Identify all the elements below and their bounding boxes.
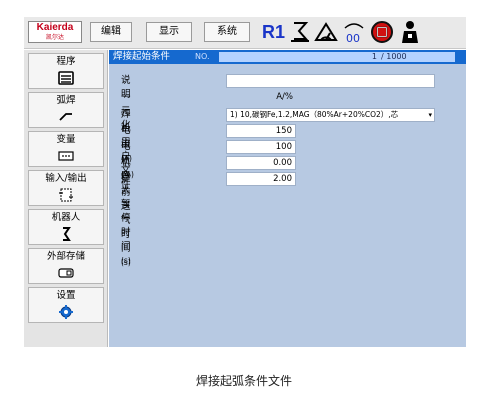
condition-number-total: / 1000 [381, 52, 407, 61]
speed-icon[interactable] [314, 20, 338, 44]
sidebar-item-label: 程序 [56, 56, 76, 67]
sidebar-item-program[interactable]: 程序 [28, 53, 104, 89]
edit-menu-button[interactable]: 编辑 [90, 22, 132, 42]
sidebar-item-label: 外部存储 [46, 251, 85, 262]
gear-icon [59, 305, 73, 319]
svg-text:00: 00 [346, 32, 360, 44]
robot-id-label: R1 [262, 22, 286, 42]
sidebar-item-arc-weld[interactable]: 弧焊 [28, 92, 104, 128]
robot-icon [63, 227, 71, 241]
logo-brand: Kaierda [36, 22, 74, 33]
io-icon [59, 188, 73, 202]
sidebar-item-io[interactable]: 输入/输出 [28, 170, 104, 206]
row-label: 提前送气时间 (s) [121, 172, 131, 270]
sidebar-item-label: 机器人 [51, 212, 81, 223]
sidebar-item-settings[interactable]: 设置 [28, 287, 104, 323]
condition-number-current: 1 [371, 52, 377, 61]
program-icon [58, 71, 74, 85]
storage-icon [58, 268, 74, 278]
display-menu-button[interactable]: 显示 [146, 22, 192, 42]
voltage-input[interactable]: 100 [226, 140, 296, 154]
chevron-down-icon: ▾ [428, 111, 432, 119]
number-label: NO. [195, 52, 210, 61]
top-bar: Kaierda 凯尔达 编辑 显示 系统 R1 00 [24, 17, 466, 49]
sidebar-item-external-storage[interactable]: 外部存储 [28, 248, 104, 284]
pre-flow-time-input[interactable]: 2.00 [226, 172, 296, 186]
sidebar-item-robot[interactable]: 机器人 [28, 209, 104, 245]
sidebar-item-label: 变量 [56, 134, 76, 145]
sidebar-item-label: 弧焊 [56, 95, 76, 106]
pause-time-input[interactable]: 0.00 [226, 156, 296, 170]
figure-caption: 焊接起弧条件文件 [195, 374, 292, 388]
user-icon[interactable] [398, 20, 422, 44]
condition-number-field[interactable]: 1 / 1000 [219, 52, 455, 62]
pre-flow-time-label: 提前送气时间 [121, 173, 131, 254]
sidebar-item-label: 输入/输出 [45, 173, 87, 184]
logo: Kaierda 凯尔达 [28, 21, 82, 43]
sidebar-item-variable[interactable]: 变量 [28, 131, 104, 167]
override-icon[interactable]: 00 [342, 20, 366, 44]
logo-subtitle: 凯尔达 [45, 34, 64, 41]
current-input[interactable]: 150 [226, 124, 296, 138]
condition-title-bar: 焊接起始条件 NO. 1 / 1000 [109, 50, 466, 64]
coordinate-icon[interactable] [288, 20, 312, 44]
emergency-stop-icon[interactable] [370, 20, 394, 44]
main-panel: 焊接起始条件 NO. 1 / 1000 说明 一元化 A/% 焊机用户文件 1)… [109, 50, 466, 347]
sidebar: 程序 弧焊 变量 输入/输出 机器人 外部存储 设置 [24, 50, 108, 347]
welder-user-file-select[interactable]: 1) 10,碳钢Fe,1.2,MAG（80%Ar+20%CO2）,芯 ▾ [226, 108, 435, 122]
torch-icon [59, 113, 72, 121]
pre-flow-time-unit: (s) [121, 258, 131, 267]
description-input[interactable] [226, 74, 435, 88]
sidebar-item-label: 设置 [56, 290, 76, 301]
page-title: 焊接起始条件 [113, 51, 171, 62]
welder-user-file-value: 1) 10,碳钢Fe,1.2,MAG（80%Ar+20%CO2）,芯 [230, 110, 399, 119]
pendant-screen: Kaierda 凯尔达 编辑 显示 系统 R1 00 程序 弧焊 变量 输入/输… [24, 17, 466, 347]
synergic-value[interactable]: A/% [226, 91, 296, 105]
variable-icon [58, 151, 74, 161]
system-menu-button[interactable]: 系统 [204, 22, 250, 42]
